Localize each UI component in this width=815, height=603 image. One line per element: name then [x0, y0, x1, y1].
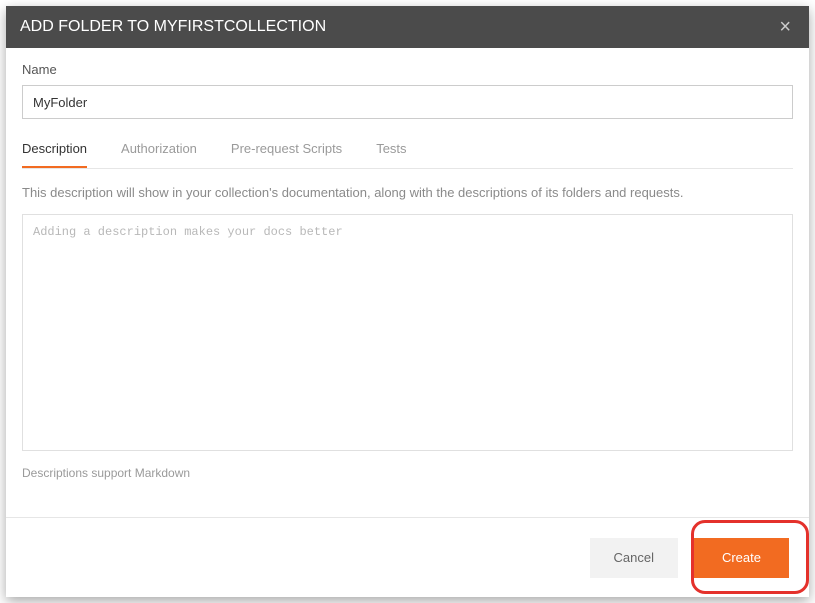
tab-tests[interactable]: Tests — [376, 141, 406, 168]
modal-footer: Cancel Create — [6, 517, 809, 597]
close-icon: × — [779, 16, 791, 38]
modal-title: ADD FOLDER TO MYFIRSTCOLLECTION — [20, 18, 326, 36]
tab-description[interactable]: Description — [22, 141, 87, 168]
cancel-button[interactable]: Cancel — [590, 538, 678, 578]
tab-content-description: This description will show in your colle… — [6, 169, 809, 496]
name-input[interactable] — [22, 85, 793, 119]
tabs: Description Authorization Pre-request Sc… — [22, 141, 793, 169]
description-helper-text: This description will show in your colle… — [22, 185, 793, 200]
tab-authorization[interactable]: Authorization — [121, 141, 197, 168]
close-button[interactable]: × — [775, 13, 795, 41]
description-textarea[interactable] — [22, 214, 793, 451]
markdown-note: Descriptions support Markdown — [22, 466, 793, 480]
create-button[interactable]: Create — [694, 538, 789, 578]
modal-titlebar: ADD FOLDER TO MYFIRSTCOLLECTION × — [6, 6, 809, 48]
tab-pre-request-scripts[interactable]: Pre-request Scripts — [231, 141, 342, 168]
add-folder-modal: ADD FOLDER TO MYFIRSTCOLLECTION × Name D… — [6, 6, 809, 597]
name-label: Name — [22, 62, 793, 77]
